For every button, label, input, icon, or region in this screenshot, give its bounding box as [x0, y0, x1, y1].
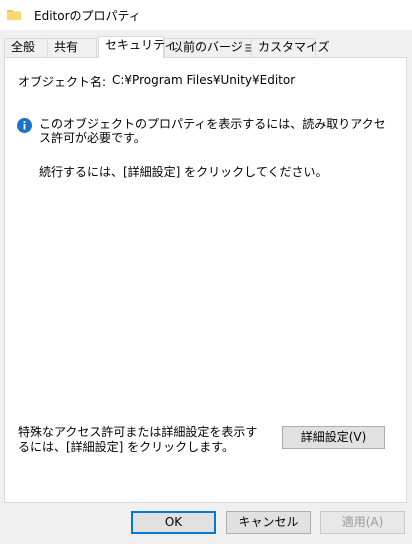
read-permission-message: このオブジェクトのプロパティを表示するには、読み取りアクセス許可が必要です。 [39, 117, 386, 145]
advanced-hint: 特殊なアクセス許可または詳細設定を表示するには、[詳細設定] をクリックします。 [18, 425, 258, 454]
folder-icon [7, 10, 21, 20]
apply-button[interactable]: 適用(A) [320, 511, 405, 534]
object-name-label: オブジェクト名: [18, 75, 107, 89]
continue-message: 続行するには、[詳細設定] をクリックしてください。 [39, 165, 328, 179]
tab-previous-versions[interactable]: 以前のバージョン [164, 38, 267, 57]
cancel-button[interactable]: キャンセル [226, 511, 311, 534]
info-icon [17, 118, 32, 133]
tab-general[interactable]: 全般 [4, 38, 48, 57]
title-bar: Editorのプロパティ [0, 0, 412, 30]
tab-sharing[interactable]: 共有 [47, 38, 97, 57]
security-panel: オブジェクト名: C:¥Program Files¥Unity¥Editor こ… [4, 57, 407, 503]
tab-customize[interactable]: カスタマイズ [251, 38, 330, 57]
object-name-value: C:¥Program Files¥Unity¥Editor [112, 73, 296, 87]
ok-button[interactable]: OK [131, 511, 216, 534]
tab-strip: 全般 共有 セキュリティ 以前のバージョン カスタマイズ [0, 36, 412, 58]
window-title: Editorのプロパティ [34, 9, 141, 23]
tab-security[interactable]: セキュリティ [98, 36, 176, 58]
advanced-button[interactable]: 詳細設定(V) [282, 426, 385, 449]
